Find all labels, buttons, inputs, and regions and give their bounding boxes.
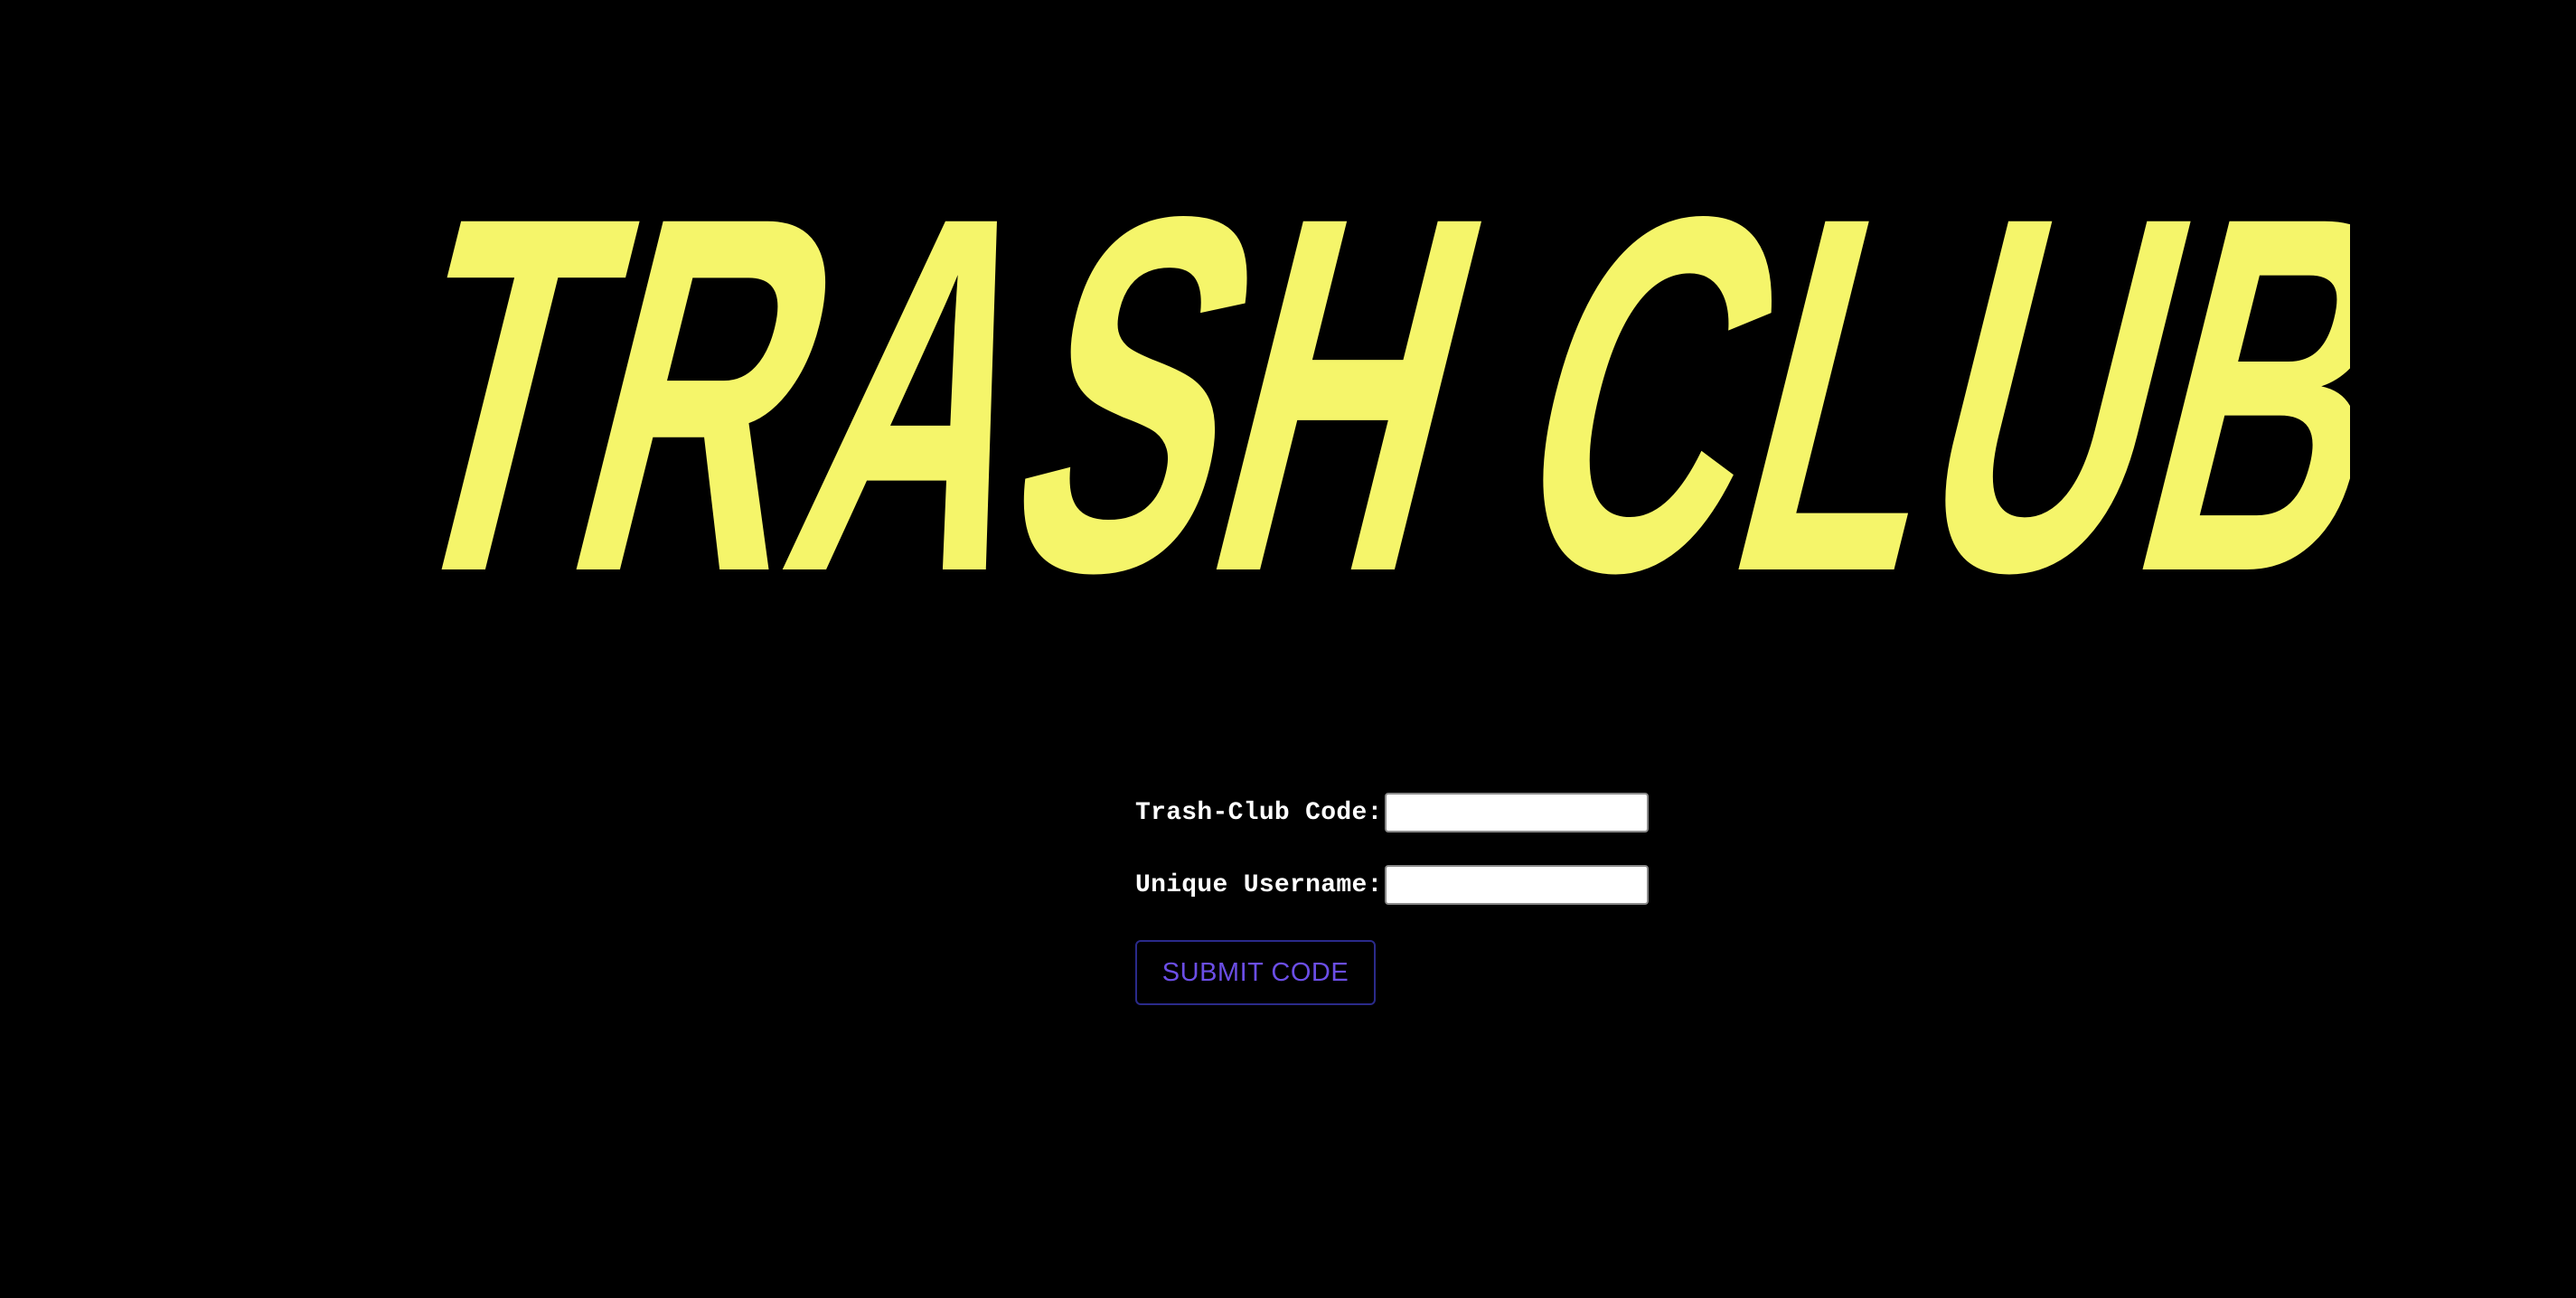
submit-code-button[interactable]: SUBMIT CODE	[1135, 940, 1376, 1005]
code-label: Trash-Club Code:	[1135, 798, 1383, 827]
code-row: Trash-Club Code:	[1135, 792, 1649, 833]
username-input[interactable]	[1384, 865, 1649, 905]
username-row: Unique Username:	[1135, 864, 1649, 906]
logo-svg: TRASH CLUB	[362, 172, 2350, 597]
username-label: Unique Username:	[1135, 870, 1383, 899]
code-input[interactable]	[1384, 793, 1649, 832]
join-form: Trash-Club Code: Unique Username: SUBMIT…	[1135, 792, 1649, 1005]
page: TRASH CLUB Trash-Club Code: Unique Usern…	[0, 0, 2576, 1298]
trash-club-logo: TRASH CLUB	[362, 172, 2350, 597]
logo-title: TRASH CLUB	[362, 172, 2350, 597]
